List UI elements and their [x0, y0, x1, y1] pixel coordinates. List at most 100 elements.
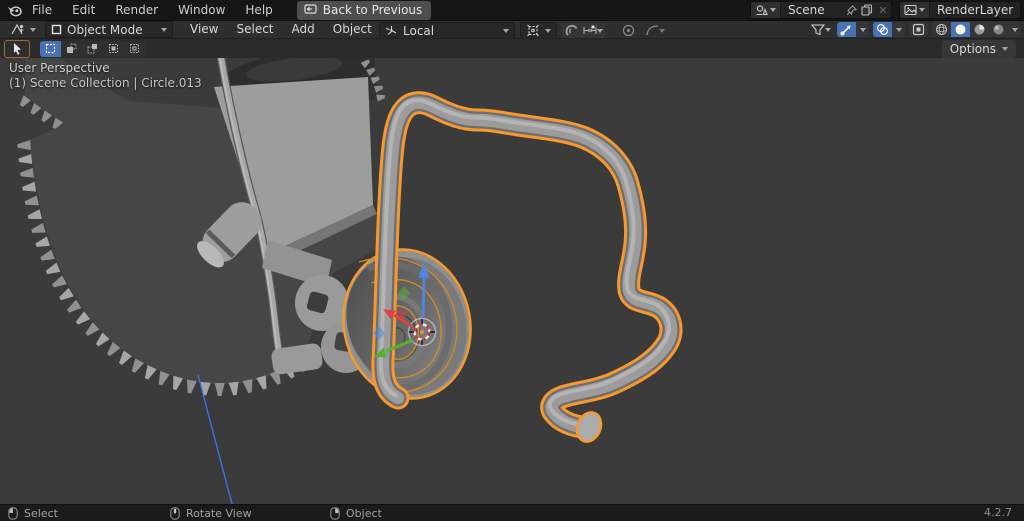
show-gizmo-toggle[interactable] — [837, 22, 856, 37]
select-invert-icon — [108, 43, 119, 54]
select-mode-intersect-button[interactable] — [124, 41, 145, 57]
blender-logo-icon — [7, 4, 22, 17]
new-view-layer-copy-icon[interactable] — [1020, 2, 1021, 18]
viewport-header: Object Mode View Select Add Object Local — [0, 20, 1024, 38]
menu-add[interactable]: Add — [283, 21, 324, 38]
select-mode-group — [40, 41, 145, 57]
proportional-editing-toggle[interactable] — [619, 23, 638, 38]
transform-orientation-selector[interactable]: Local — [379, 22, 515, 39]
menu-window[interactable]: Window — [168, 0, 235, 20]
select-mode-subtract-button[interactable] — [82, 41, 103, 57]
rendered-sphere-icon — [992, 23, 1005, 36]
topbar-right: Scene ✕ — [750, 1, 1021, 19]
shading-wireframe-button[interactable] — [932, 22, 951, 37]
xray-toggle[interactable] — [909, 22, 928, 37]
gizmo-group — [837, 22, 869, 37]
select-mode-extend-button[interactable] — [61, 41, 82, 57]
scene-icon — [755, 4, 768, 16]
scene-browse-button[interactable] — [751, 2, 781, 18]
show-overlays-toggle[interactable] — [873, 22, 892, 37]
shading-material-button[interactable] — [970, 22, 989, 37]
shading-rendered-button[interactable] — [989, 22, 1008, 37]
options-dropdown[interactable]: Options — [942, 40, 1016, 58]
status-bar: Select Rotate View Object 4.2.7 — [0, 504, 1024, 521]
select-extend-icon — [66, 43, 77, 54]
tool-settings-bar: Options — [0, 38, 1024, 58]
pin-icon[interactable] — [843, 2, 859, 18]
mode-selector-label: Object Mode — [67, 23, 156, 37]
select-intersect-icon — [129, 43, 140, 54]
chevron-down-icon — [1002, 47, 1008, 51]
cursor-tweak-icon — [12, 42, 23, 55]
viewport-overlay-labels: User Perspective (1) Scene Collection | … — [9, 61, 202, 91]
status-hint-object: Object — [330, 505, 382, 521]
menu-edit[interactable]: Edit — [62, 0, 105, 20]
pivot-point-dropdown[interactable] — [520, 22, 557, 39]
new-scene-copy-icon[interactable] — [859, 2, 875, 18]
select-mode-set-button[interactable] — [40, 41, 61, 57]
overlays-dropdown[interactable] — [892, 22, 905, 37]
view-layer-selector[interactable]: RenderLayer ✕ — [899, 1, 1021, 19]
back-screen-icon — [304, 4, 317, 15]
proportional-falloff-dropdown[interactable] — [643, 23, 667, 38]
menu-render[interactable]: Render — [105, 0, 168, 20]
gizmo-z-axis[interactable] — [423, 277, 424, 318]
active-tool-tweak-button[interactable] — [4, 40, 30, 58]
snap-target-dropdown[interactable] — [581, 23, 605, 38]
overlays-group — [873, 22, 905, 37]
object-visibility-dropdown[interactable] — [809, 22, 833, 37]
menu-object[interactable]: Object — [324, 21, 381, 38]
status-hint-select: Select — [8, 505, 58, 521]
editor-type-button[interactable] — [4, 21, 42, 38]
chevron-down-icon — [597, 29, 603, 33]
options-label: Options — [950, 42, 996, 56]
object-mode-icon — [51, 24, 62, 35]
select-subtract-icon — [87, 43, 98, 54]
active-collection-label: (1) Scene Collection | Circle.013 — [9, 76, 202, 91]
back-to-previous-label: Back to Previous — [323, 3, 423, 17]
shading-dropdown[interactable] — [1008, 22, 1021, 37]
menu-help[interactable]: Help — [235, 0, 282, 20]
back-to-previous-button[interactable]: Back to Previous — [297, 1, 432, 20]
select-mode-invert-button[interactable] — [103, 41, 124, 57]
xray-icon — [912, 23, 925, 36]
middle-mouse-icon — [170, 507, 180, 520]
snap-increment-icon — [583, 25, 597, 36]
solid-sphere-icon — [954, 23, 967, 36]
shading-group — [932, 22, 1021, 37]
right-mouse-icon — [330, 507, 340, 520]
menu-select[interactable]: Select — [227, 21, 282, 38]
view-layer-browse-button[interactable] — [900, 2, 930, 18]
chevron-down-icon — [545, 29, 551, 33]
chevron-down-icon — [503, 29, 509, 33]
transform-snap-cluster: Local — [379, 22, 667, 39]
falloff-curve-icon — [646, 25, 659, 36]
magnet-icon — [565, 24, 578, 37]
material-sphere-icon — [973, 23, 986, 36]
unlink-scene-close-icon[interactable]: ✕ — [875, 2, 891, 18]
snap-magnet-toggle[interactable] — [562, 23, 581, 38]
overlays-icon — [876, 23, 889, 36]
transform-orientation-label: Local — [403, 24, 498, 38]
left-mouse-icon — [8, 507, 18, 520]
view-layer-name[interactable]: RenderLayer — [930, 3, 1020, 17]
view-perspective-label: User Perspective — [9, 61, 202, 76]
status-hint-rotate-view: Rotate View — [170, 505, 252, 521]
3d-viewport-canvas[interactable] — [0, 58, 1024, 504]
menu-view[interactable]: View — [181, 21, 227, 38]
status-hint-label: Select — [24, 507, 58, 520]
pivot-point-icon — [526, 24, 540, 37]
gizmo-dropdown[interactable] — [856, 22, 869, 37]
scene-name[interactable]: Scene — [781, 3, 843, 17]
status-hint-label: Object — [346, 507, 382, 520]
select-set-icon — [45, 43, 56, 54]
mode-selector[interactable]: Object Mode — [45, 21, 173, 38]
menu-file[interactable]: File — [22, 0, 62, 20]
image-layer-icon — [904, 4, 917, 16]
shading-solid-button[interactable] — [951, 22, 970, 37]
scene-selector[interactable]: Scene ✕ — [750, 1, 892, 19]
proportional-editing-icon — [622, 24, 635, 37]
chevron-down-icon — [30, 28, 36, 32]
wireframe-sphere-icon — [935, 23, 948, 36]
chevron-down-icon — [919, 8, 925, 12]
